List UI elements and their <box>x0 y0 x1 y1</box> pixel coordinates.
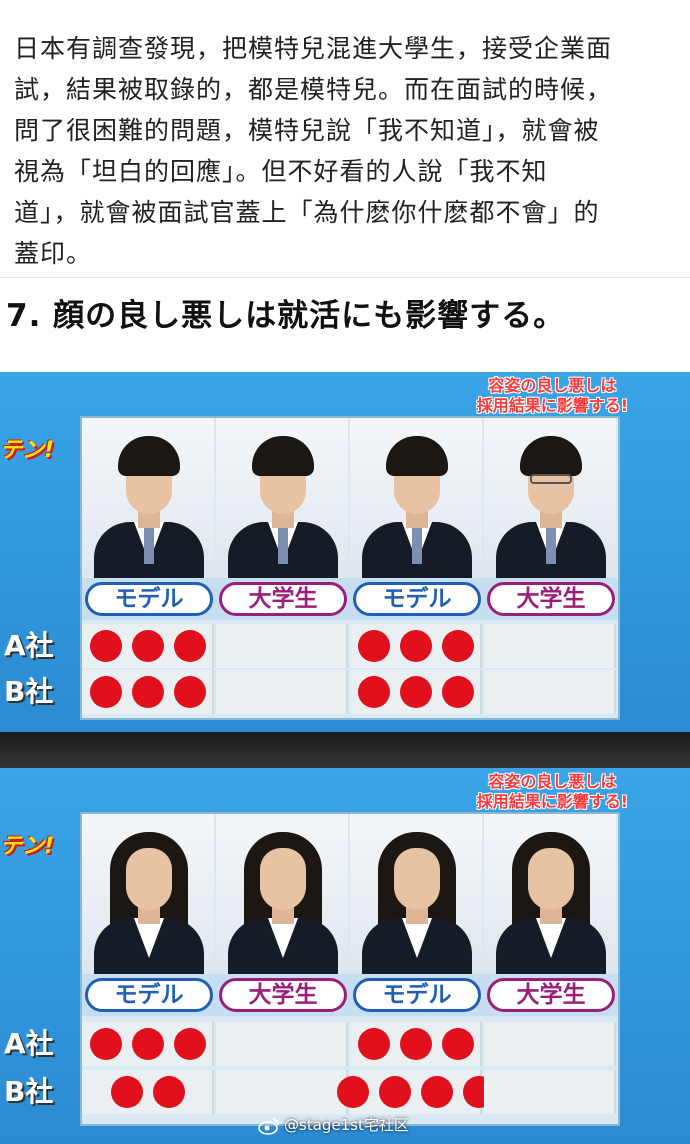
screenshot-gap <box>0 732 690 768</box>
photo-row <box>82 418 618 578</box>
weibo-icon <box>258 1117 280 1135</box>
pass-mark-dot <box>90 676 122 708</box>
candidate-photo <box>350 814 482 974</box>
caption-line: 採用結果に影響する! <box>476 792 628 811</box>
pass-mark-dot <box>337 1076 369 1108</box>
company-label: B社 <box>4 675 54 708</box>
pass-mark-dot <box>400 630 432 662</box>
result-cell <box>484 1022 616 1066</box>
result-cell <box>350 670 482 714</box>
watermark: @stage1st宅社区 <box>258 1114 409 1136</box>
company-row: A社 <box>2 1022 618 1066</box>
pass-mark-dot <box>421 1076 453 1108</box>
pass-mark-dot <box>132 676 164 708</box>
post-line: 試，結果被取錄的，都是模特兒。而在面試的時候， <box>14 75 613 104</box>
show-logo: テン! <box>0 834 55 859</box>
candidate-photo <box>82 418 214 578</box>
pass-mark-dot <box>400 676 432 708</box>
caption: 容姿の良し悪しは 採用結果に影響する! <box>477 376 628 416</box>
label-row: モデル 大学生 モデル 大学生 <box>82 578 618 620</box>
caption-line: 容姿の良し悪しは <box>488 772 617 791</box>
tv-screenshot-women: テン! 容姿の良し悪しは 採用結果に影響する! モデル 大学生 モデル 大学生 <box>0 768 690 1144</box>
company-row: B社 <box>2 670 618 714</box>
candidate-label: モデル <box>353 978 481 1012</box>
result-cell <box>484 1070 616 1114</box>
result-cell <box>350 1022 482 1066</box>
photo-row <box>82 814 618 974</box>
pass-mark-dot <box>174 630 206 662</box>
pass-mark-dot <box>90 630 122 662</box>
pass-mark-dot <box>442 676 474 708</box>
result-cell <box>82 624 214 668</box>
pass-mark-dot <box>400 1028 432 1060</box>
post-line: 視為「坦白的回應」。但不好看的人說「我不知 <box>14 157 548 186</box>
watermark-text: @stage1st宅社区 <box>284 1116 409 1134</box>
result-cell <box>216 624 348 668</box>
company-row: A社 <box>2 624 618 668</box>
label-row: モデル 大学生 モデル 大学生 <box>82 974 618 1016</box>
company-label: B社 <box>4 1075 54 1108</box>
result-cell <box>216 1070 348 1114</box>
pass-mark-dot <box>132 630 164 662</box>
candidate-label: モデル <box>353 582 481 616</box>
show-logo: テン! <box>0 438 55 463</box>
result-cell <box>216 670 348 714</box>
post-line: 道」，就會被面試官蓋上「為什麽你什麽都不會」的 <box>14 198 600 227</box>
pass-mark-dot <box>174 676 206 708</box>
results-board: モデル 大学生 モデル 大学生 A社 B社 <box>4 416 620 720</box>
result-cell <box>82 670 214 714</box>
candidate-label: 大学生 <box>219 978 347 1012</box>
result-cell <box>216 1022 348 1066</box>
post-text: 日本有調查發現，把模特兒混進大學生，接受企業面 試，結果被取錄的，都是模特兒。而… <box>14 28 682 274</box>
candidate-photo <box>484 814 616 974</box>
pass-mark-dot <box>442 1028 474 1060</box>
section-heading: 7. 顔の良し悪しは就活にも影響する。 <box>6 298 566 334</box>
pass-mark-dot <box>379 1076 411 1108</box>
post-line: 蓋印。 <box>14 239 93 268</box>
pass-mark-dot <box>111 1076 143 1108</box>
result-cell <box>82 1022 214 1066</box>
result-cell <box>350 624 482 668</box>
pass-mark-dot <box>358 630 390 662</box>
caption-line: 容姿の良し悪しは <box>488 376 617 395</box>
pass-mark-dot <box>132 1028 164 1060</box>
results-board: モデル 大学生 モデル 大学生 A社 B社 <box>4 812 620 1126</box>
pass-mark-dot <box>153 1076 185 1108</box>
result-cell <box>337 1070 495 1114</box>
result-cell <box>82 1070 214 1114</box>
company-row: B社 <box>2 1070 618 1114</box>
candidate-photo <box>82 814 214 974</box>
candidate-photo <box>216 418 348 578</box>
post-line: 日本有調查發現，把模特兒混進大學生，接受企業面 <box>14 34 613 63</box>
candidate-photo <box>350 418 482 578</box>
caption-line: 採用結果に影響する! <box>476 396 628 415</box>
result-cell <box>484 624 616 668</box>
candidate-label: モデル <box>85 978 213 1012</box>
candidate-label: モデル <box>85 582 213 616</box>
post-line: 問了很困難的問題，模特兒說「我不知道」，就會被 <box>14 116 600 145</box>
divider <box>0 277 690 278</box>
result-cell <box>484 670 616 714</box>
pass-mark-dot <box>358 676 390 708</box>
pass-mark-dot <box>174 1028 206 1060</box>
tv-screenshot-men: テン! 容姿の良し悪しは 採用結果に影響する! モデル 大学生 モデル 大学生 <box>0 372 690 732</box>
company-label: A社 <box>4 1027 54 1060</box>
candidate-label: 大学生 <box>487 582 615 616</box>
company-label: A社 <box>4 629 54 662</box>
caption: 容姿の良し悪しは 採用結果に影響する! <box>477 772 628 812</box>
pass-mark-dot <box>90 1028 122 1060</box>
candidate-photo <box>216 814 348 974</box>
candidate-label: 大学生 <box>219 582 347 616</box>
candidate-photo <box>484 418 616 578</box>
pass-mark-dot <box>358 1028 390 1060</box>
pass-mark-dot <box>442 630 474 662</box>
candidate-label: 大学生 <box>487 978 615 1012</box>
